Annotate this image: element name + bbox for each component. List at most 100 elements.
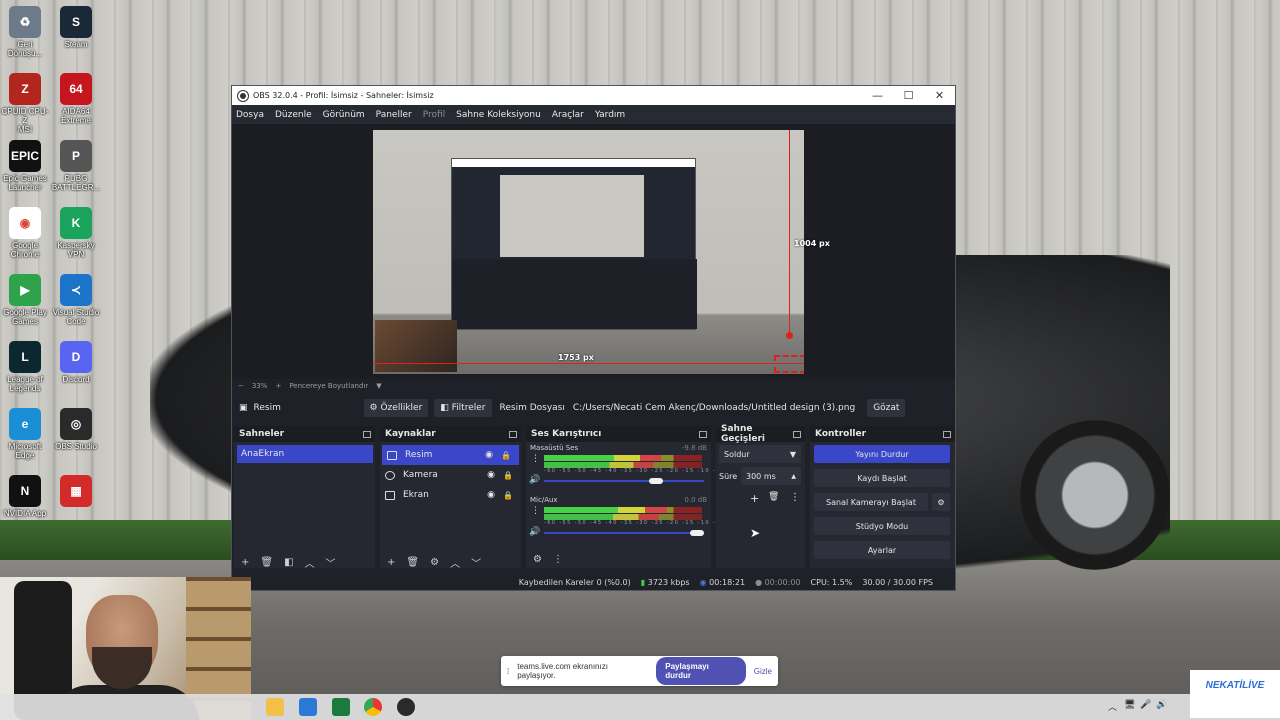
- desktop-icon[interactable]: 64 AIDA64 Extreme: [51, 73, 101, 125]
- settings-button[interactable]: Ayarlar: [814, 541, 950, 559]
- move-up-button[interactable]: ︿: [305, 555, 315, 570]
- remove-scene-button[interactable]: 🗑: [260, 557, 273, 568]
- maximize-button[interactable]: ☐: [893, 89, 924, 102]
- desktop-icon[interactable]: D Discord: [51, 341, 101, 384]
- dock-float-icon[interactable]: [509, 430, 517, 438]
- start-recording-button[interactable]: Kaydı Başlat: [814, 469, 950, 487]
- obs-taskbar-icon[interactable]: [397, 698, 415, 716]
- visibility-eye-icon[interactable]: ◉: [485, 450, 493, 460]
- desktop-icon[interactable]: Z CPUID CPU-Z MSI: [0, 73, 50, 134]
- source-item-resim[interactable]: Resim ◉ 🔒: [382, 445, 519, 465]
- transform-handle[interactable]: [786, 332, 793, 339]
- file-explorer-icon[interactable]: [266, 698, 284, 716]
- transition-select[interactable]: Soldur ▼: [719, 445, 801, 463]
- image-file-path[interactable]: C:/Users/Necati Cem Akenç/Downloads/Unti…: [573, 403, 855, 413]
- visibility-eye-icon[interactable]: ◉: [487, 490, 495, 500]
- dock-float-icon[interactable]: [943, 430, 951, 438]
- menu-paneller[interactable]: Paneller: [376, 110, 412, 120]
- desktop-icon[interactable]: ◎ OBS Studio: [51, 408, 101, 451]
- dock-float-icon[interactable]: [699, 430, 707, 438]
- preview-canvas[interactable]: [373, 130, 804, 374]
- mixer-settings-icon[interactable]: ⚙: [533, 554, 542, 565]
- network-icon[interactable]: 🖥: [1124, 700, 1135, 710]
- close-button[interactable]: ✕: [924, 89, 955, 102]
- desktop-icon[interactable]: K Kaspersky VPN: [51, 207, 101, 259]
- start-virtual-camera-button[interactable]: Sanal Kamerayı Başlat: [814, 493, 928, 511]
- volume-icon[interactable]: 🔊: [1156, 700, 1167, 710]
- outlook-icon[interactable]: [299, 698, 317, 716]
- speaker-icon[interactable]: 🔊: [529, 527, 540, 537]
- scene-filters-button[interactable]: ◧: [284, 557, 293, 568]
- volume-knob[interactable]: [649, 478, 664, 484]
- stop-streaming-button[interactable]: Yayını Durdur: [814, 445, 950, 463]
- desktop-icon[interactable]: S Steam: [51, 6, 101, 49]
- source-settings-button[interactable]: ⚙: [430, 557, 439, 568]
- zoom-out-button[interactable]: −: [238, 382, 244, 390]
- mixer-menu-icon[interactable]: ⋮: [553, 554, 563, 565]
- selected-source-box[interactable]: [774, 355, 804, 373]
- title-bar[interactable]: OBS 32.0.4 - Profil: İsimsiz - Sahneler:…: [232, 86, 955, 105]
- desktop-icon[interactable]: ▶ Google Play Games: [0, 274, 50, 326]
- microphone-icon[interactable]: 🎤: [1140, 700, 1151, 710]
- scene-item[interactable]: AnaEkran: [237, 445, 373, 463]
- duration-spinbox[interactable]: 300 ms ▲: [741, 467, 801, 485]
- desktop-icon[interactable]: e Microsoft Edge: [0, 408, 50, 460]
- desktop-icon[interactable]: P PUBG BATTLEGR...: [51, 140, 101, 192]
- desktop-icon[interactable]: ▦: [51, 475, 101, 509]
- menu-araclar[interactable]: Araçlar: [552, 110, 584, 120]
- lock-icon[interactable]: 🔒: [501, 451, 511, 460]
- chrome-icon[interactable]: [364, 698, 382, 716]
- browse-button[interactable]: Gözat: [867, 399, 906, 417]
- tray-chevron-up-icon[interactable]: ︿: [1108, 700, 1117, 713]
- move-up-button[interactable]: ︿: [450, 555, 460, 570]
- add-scene-button[interactable]: +: [241, 557, 249, 568]
- volume-slider[interactable]: [544, 530, 704, 536]
- drag-handle-icon[interactable]: ⁞: [507, 667, 509, 676]
- menu-gorunum[interactable]: Görünüm: [323, 110, 365, 120]
- remove-source-button[interactable]: 🗑: [406, 557, 419, 568]
- vertical-distance-label: 1004 px: [794, 239, 830, 248]
- source-item-ekran[interactable]: Ekran ◉ 🔒: [380, 485, 521, 505]
- lock-icon[interactable]: 🔒: [503, 471, 513, 480]
- chevron-down-icon[interactable]: ▼: [376, 382, 381, 390]
- minimize-button[interactable]: —: [862, 89, 893, 102]
- move-down-button[interactable]: ﹀: [471, 555, 481, 570]
- menu-profil[interactable]: Profil: [423, 110, 445, 120]
- remove-transition-button[interactable]: 🗑: [768, 492, 779, 502]
- filters-button[interactable]: ◧ Filtreler: [434, 399, 492, 417]
- menu-sahne-koleksiyonu[interactable]: Sahne Koleksiyonu: [456, 110, 541, 120]
- volume-knob[interactable]: [690, 530, 704, 536]
- dock-float-icon[interactable]: [793, 430, 801, 438]
- fit-to-window-button[interactable]: Pencereye Boyutlandır: [289, 382, 368, 390]
- properties-button[interactable]: ⚙ Özellikler: [363, 399, 429, 417]
- volume-slider[interactable]: [544, 478, 704, 484]
- lock-icon[interactable]: 🔒: [503, 491, 513, 500]
- source-item-kamera[interactable]: Kamera ◉ 🔒: [380, 465, 521, 485]
- stop-sharing-button[interactable]: Paylaşmayı durdur: [656, 657, 746, 685]
- add-transition-button[interactable]: +: [750, 492, 759, 505]
- spin-arrows-icon[interactable]: ▲: [791, 473, 796, 480]
- channel-menu-icon[interactable]: ⋮: [531, 506, 540, 516]
- desktop-icon[interactable]: ≺ Visual Studio Code: [51, 274, 101, 326]
- add-source-button[interactable]: +: [387, 557, 395, 568]
- zoom-in-button[interactable]: +: [275, 382, 281, 390]
- channel-menu-icon[interactable]: ⋮: [531, 454, 540, 464]
- hide-button[interactable]: Gizle: [754, 667, 772, 676]
- desktop-icon[interactable]: L League of Legends: [0, 341, 50, 393]
- desktop-icon[interactable]: EPIC Epic Games Launcher: [0, 140, 50, 192]
- speaker-icon[interactable]: 🔊: [529, 475, 540, 485]
- move-down-button[interactable]: ﹀: [326, 555, 336, 570]
- desktop-icon[interactable]: ◉ Google Chrome: [0, 207, 50, 259]
- desktop-icon[interactable]: ♻ Geri Dönüşü...: [0, 6, 50, 58]
- studio-mode-button[interactable]: Stüdyo Modu: [814, 517, 950, 535]
- menu-duzenle[interactable]: Düzenle: [275, 110, 312, 120]
- desktop-icon[interactable]: N NVIDIA App: [0, 475, 50, 518]
- virtual-camera-settings-gear-icon[interactable]: ⚙: [932, 493, 950, 511]
- preview-area[interactable]: 1004 px 1753 px: [232, 124, 955, 379]
- menu-yardim[interactable]: Yardım: [595, 110, 625, 120]
- store-icon[interactable]: [332, 698, 350, 716]
- menu-dosya[interactable]: Dosya: [236, 110, 264, 120]
- dock-float-icon[interactable]: [363, 430, 371, 438]
- transition-menu-icon[interactable]: ⋮: [790, 492, 800, 503]
- visibility-eye-icon[interactable]: ◉: [487, 470, 495, 480]
